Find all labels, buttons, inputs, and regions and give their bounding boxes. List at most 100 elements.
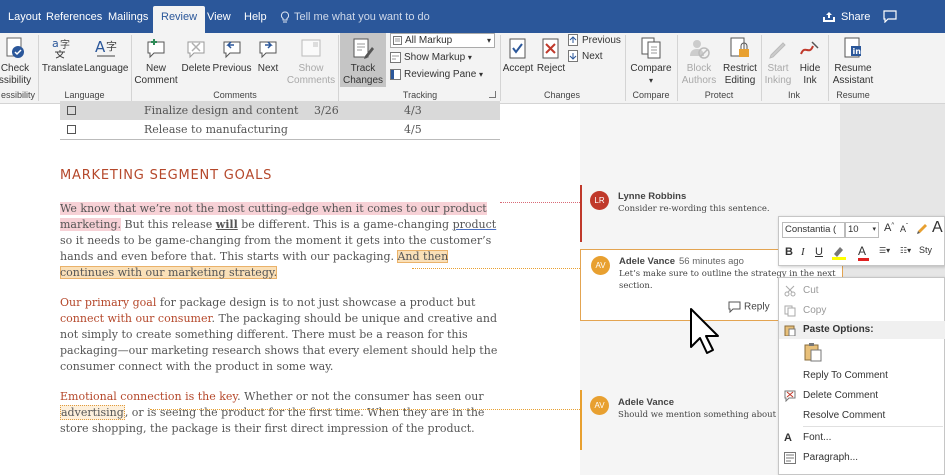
track-changes-button[interactable]: Track Changes xyxy=(340,33,386,87)
paste-keep-formatting-icon[interactable] xyxy=(803,342,823,367)
text-run: connect with our consumer xyxy=(60,312,212,325)
reject-button[interactable]: Reject xyxy=(536,33,566,75)
comments-icon[interactable] xyxy=(883,10,897,23)
previous-change-icon xyxy=(568,34,578,47)
previous-comment-button[interactable]: Previous xyxy=(212,33,252,75)
menu-item-reply-to-comment[interactable]: Reply To Comment xyxy=(779,366,945,386)
menu-item-cut[interactable]: Cut xyxy=(779,281,945,301)
block-authors-icon xyxy=(690,40,710,59)
reply-icon xyxy=(728,301,741,314)
tab-mailings[interactable]: Mailings xyxy=(100,6,156,33)
translate-label: Translate xyxy=(41,63,84,74)
underline-icon[interactable]: U xyxy=(815,246,823,258)
resume-assistant-label-1: Resume xyxy=(834,63,872,74)
grow-font-icon[interactable]: A^ xyxy=(884,222,894,234)
paragraph-3[interactable]: Emotional connection is the key. Whether… xyxy=(60,389,500,437)
translate-button[interactable]: a字 Translate xyxy=(41,33,84,75)
menu-item-copy[interactable]: Copy xyxy=(779,301,945,321)
reviewing-pane-icon xyxy=(390,68,401,80)
text-run: will xyxy=(215,218,238,231)
chevron-down-icon: ▾ xyxy=(648,76,653,85)
accept-button[interactable]: Accept xyxy=(500,33,536,75)
menu-item-paragraph[interactable]: Paragraph... xyxy=(779,448,945,468)
group-separator xyxy=(131,35,132,101)
menu-item-font[interactable]: A Font... xyxy=(779,428,945,448)
new-comment-icon xyxy=(147,39,165,59)
reviewing-pane-button[interactable]: Reviewing Pane ▾ xyxy=(390,67,483,83)
styles-button[interactable]: Sty xyxy=(919,244,932,256)
styles-icon[interactable]: A xyxy=(932,219,943,237)
markup-dropdown[interactable]: All Markup ▾ xyxy=(390,33,495,48)
language-icon: A字 xyxy=(95,38,117,57)
reject-icon xyxy=(542,38,559,59)
accessibility-check-icon xyxy=(6,37,24,58)
menu-item-delete-comment[interactable]: Delete Comment xyxy=(779,386,945,406)
track-changes-icon xyxy=(353,38,374,59)
new-comment-button[interactable]: New Comment xyxy=(133,33,179,87)
show-comments-button[interactable]: Show Comments xyxy=(286,33,336,87)
markup-dropdown-value: All Markup xyxy=(405,35,453,46)
font-name-box[interactable]: Constantia ( xyxy=(782,222,845,238)
format-painter-icon[interactable] xyxy=(916,221,928,238)
share-label: Share xyxy=(841,11,871,23)
paragraph-1[interactable]: We know that we’re not the most cutting-… xyxy=(60,201,500,281)
block-authors-label-1: Block xyxy=(686,63,712,74)
group-comments-label: Comments xyxy=(213,90,257,100)
paragraph-icon xyxy=(784,452,796,464)
task-name: Release to manufacturing xyxy=(144,123,288,136)
share-button[interactable]: Share xyxy=(822,6,870,28)
numbering-icon[interactable]: ☷▾ xyxy=(900,246,911,255)
menu-item-resolve-comment[interactable]: Resolve Comment xyxy=(779,406,945,426)
bullets-icon[interactable]: ☰▾ xyxy=(879,246,890,255)
share-icon xyxy=(823,12,835,23)
font-color-icon[interactable]: A xyxy=(858,244,869,261)
checkbox[interactable] xyxy=(67,125,76,134)
text-run: But this release xyxy=(120,218,216,231)
start-inking-button[interactable]: Start Inking xyxy=(762,33,794,87)
changes-previous-button[interactable]: Previous xyxy=(568,33,621,49)
group-protect-label: Protect xyxy=(704,90,734,100)
highlight-icon[interactable] xyxy=(831,244,847,263)
group-separator xyxy=(338,35,339,101)
tab-help[interactable]: Help xyxy=(236,6,275,33)
svg-text:字: 字 xyxy=(60,38,70,51)
paste-options-label: Paste Options: xyxy=(803,324,874,335)
block-authors-button[interactable]: Block Authors xyxy=(678,33,720,87)
language-button[interactable]: A字 Language xyxy=(84,33,129,75)
tracking-dialog-launcher-icon[interactable] xyxy=(489,91,496,98)
tell-me-text: Tell me what you want to do xyxy=(294,11,430,23)
reply-button[interactable]: Reply xyxy=(728,301,770,314)
italic-icon[interactable]: I xyxy=(801,246,805,258)
styles-label: Sty xyxy=(919,245,933,255)
shrink-font-icon[interactable]: Aˇ xyxy=(900,224,908,234)
chevron-down-icon: ▾ xyxy=(467,53,472,62)
tell-me-search[interactable]: Tell me what you want to do xyxy=(280,6,430,28)
next-comment-button[interactable]: Next xyxy=(252,33,284,75)
hide-ink-label-1: Hide xyxy=(799,63,821,74)
checkbox[interactable] xyxy=(67,106,76,115)
delete-comment-button[interactable]: Delete xyxy=(179,33,213,75)
paste-options-header: Paste Options: xyxy=(779,321,945,339)
bold-icon[interactable]: B xyxy=(785,246,793,258)
pen-icon xyxy=(769,42,786,59)
font-size-box[interactable]: 10 ▾ xyxy=(845,222,879,238)
tab-review[interactable]: Review xyxy=(153,6,206,33)
resume-assistant-icon: in xyxy=(844,37,861,58)
show-markup-button[interactable]: Show Markup ▾ xyxy=(390,50,472,66)
block-authors-label-2: Authors xyxy=(681,75,717,86)
comment-text: Consider re-wording this sentence. xyxy=(618,204,770,214)
comment-author-name: Adele Vance xyxy=(619,256,675,267)
restrict-editing-button[interactable]: Restrict Editing xyxy=(720,33,760,87)
paragraph-2[interactable]: Our primary goal for package design is t… xyxy=(60,295,500,375)
menu-item-copy-label: Copy xyxy=(803,305,827,316)
resume-assistant-button[interactable]: in Resume Assistant xyxy=(830,33,876,87)
compare-button[interactable]: Compare ▾ xyxy=(627,33,675,87)
group-language-label: Language xyxy=(64,90,105,100)
tab-view[interactable]: View xyxy=(199,6,239,33)
next-change-icon xyxy=(568,50,578,63)
check-accessibility-label-1: Check xyxy=(0,63,30,74)
changes-next-button[interactable]: Next xyxy=(568,49,603,65)
check-accessibility-label-2: ssibility xyxy=(0,75,32,86)
hide-ink-button[interactable]: Hide Ink xyxy=(794,33,826,87)
check-accessibility-button[interactable]: Check ssibility xyxy=(0,33,36,87)
